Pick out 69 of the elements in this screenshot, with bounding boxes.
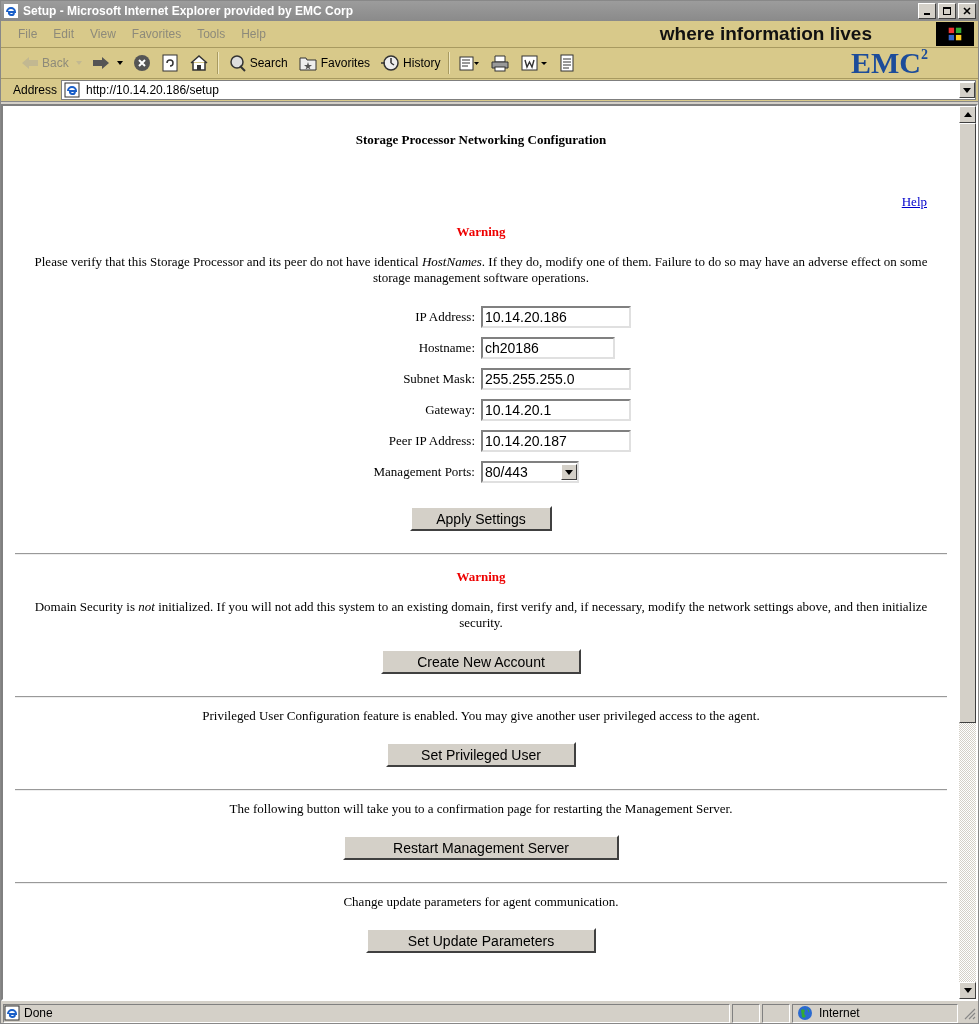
close-icon [962, 6, 972, 16]
action-button[interactable]: Set Update Parameters [365, 928, 597, 953]
action-button[interactable]: Create New Account [381, 649, 581, 674]
input-field[interactable]: 10.14.20.187 [481, 430, 631, 452]
resize-grip-icon[interactable] [962, 1006, 976, 1020]
scroll-up-button[interactable] [959, 106, 976, 123]
dropdown-button[interactable] [561, 464, 577, 480]
action-button[interactable]: Restart Management Server [343, 835, 619, 860]
action-button[interactable]: Set Privileged User [386, 742, 576, 767]
caret-icon [963, 87, 971, 93]
minimize-icon [924, 13, 930, 15]
address-label: Address [13, 83, 58, 97]
clock-icon [380, 54, 401, 72]
close-button[interactable] [958, 3, 976, 19]
scroll-thumb[interactable] [959, 123, 976, 723]
field-label: Hostname: [417, 339, 476, 357]
address-field[interactable]: http://10.14.20.186/setup [61, 80, 976, 100]
up-triangle-icon [963, 112, 972, 117]
page-icon [558, 54, 577, 72]
stop-icon [132, 54, 151, 72]
window-title: Setup - Microsoft Internet Explorer provided by EMC Corp [23, 4, 355, 18]
input-field[interactable]: 10.14.20.186 [481, 306, 631, 328]
home-icon [188, 54, 209, 72]
right-arrow-icon [91, 55, 110, 71]
document-icon [520, 54, 549, 72]
message-text: Domain Security is not initialized. If you will not add this system to an existing domain, first verify and, if necessary, modify the network settings above, and then initialize security. [33, 599, 929, 631]
printer-icon [490, 54, 511, 72]
message-text: Please verify that this Storage Processor and its peer do not have identical HostNames. If they do, modify one of them. Failure to do so may have an adverse effect on some storage management software operations. [33, 254, 929, 286]
browser-icon [3, 3, 19, 19]
zone-text: Internet [819, 1006, 860, 1020]
caret-icon [116, 61, 123, 65]
globe-icon [797, 1005, 813, 1021]
page-icon [64, 82, 81, 98]
field-label: Peer IP Address: [387, 432, 476, 450]
history-button[interactable]: History [378, 51, 443, 75]
favorites-button[interactable]: Favorites [295, 51, 373, 75]
status-text: Done [24, 1006, 53, 1020]
field-label: Management Ports: [372, 463, 476, 481]
windows-logo-icon [936, 22, 974, 46]
scrollbar[interactable] [959, 106, 976, 999]
down-triangle-icon [963, 988, 972, 993]
ports-dropdown[interactable]: 80/443 [481, 461, 579, 483]
caret-icon [565, 469, 573, 475]
message-text: Privileged User Configuration feature is enabled. You may give another user privileged access to the agent. [201, 708, 761, 724]
warning-heading: Warning [455, 224, 507, 240]
minimize-button[interactable] [918, 3, 936, 19]
refresh-icon [160, 54, 179, 72]
input-field[interactable]: 255.255.255.0 [481, 368, 631, 390]
mail-icon [458, 54, 481, 72]
search-button[interactable]: Search [224, 51, 290, 75]
message-text: Change update parameters for agent communication. [342, 894, 620, 910]
scroll-down-button[interactable] [959, 982, 976, 999]
message-text: The following button will take you to a confirmation page for restarting the Management Server. [228, 801, 734, 817]
help-link[interactable]: Help [901, 194, 927, 209]
warning-heading: Warning [455, 569, 507, 585]
field-label: Subnet Mask: [402, 370, 476, 388]
input-field[interactable]: 10.14.20.1 [481, 399, 631, 421]
maximize-button[interactable] [938, 3, 956, 19]
logo: EMC$^{2}$ [851, 48, 928, 78]
input-field[interactable]: ch20186 [481, 337, 615, 359]
dropdown-button[interactable] [959, 82, 975, 98]
action-button[interactable]: Apply Settings [410, 506, 552, 531]
tagline: where information lives [659, 23, 872, 45]
folder-star-icon [297, 54, 318, 72]
page-icon [4, 1005, 20, 1021]
maximize-icon [942, 6, 952, 16]
field-label: Gateway: [424, 401, 476, 419]
page-title: Storage Processor Networking Configuration [354, 132, 608, 148]
field-label: IP Address: [414, 308, 476, 326]
